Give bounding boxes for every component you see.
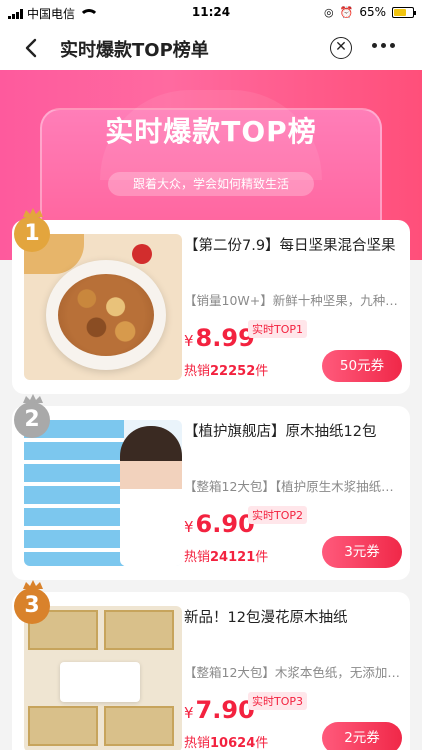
sold-count: 热销24121件 bbox=[184, 550, 269, 565]
rank-badge: 3 bbox=[12, 580, 52, 628]
battery-percent: 65% bbox=[359, 5, 386, 19]
rank-tag: 实时TOP3 bbox=[248, 692, 308, 710]
rank-tag: 实时TOP1 bbox=[248, 320, 308, 338]
alarm-icon: ⏰ bbox=[339, 5, 354, 19]
battery-icon bbox=[392, 6, 416, 18]
more-dots-icon[interactable] bbox=[372, 43, 395, 48]
location-icon: ◎ bbox=[324, 5, 334, 19]
coupon-button[interactable]: 50元券 bbox=[322, 350, 402, 382]
product-description: 【整箱12大包】木浆本色纸，无添加… bbox=[184, 665, 400, 680]
chevron-left-icon[interactable] bbox=[20, 36, 44, 60]
product-price: ¥8.99 bbox=[184, 324, 255, 352]
product-price: ¥7.90 bbox=[184, 696, 255, 724]
product-description: 【销量10W+】新鲜十种坚果，九种… bbox=[184, 293, 398, 308]
coupon-button[interactable]: 3元券 bbox=[322, 536, 402, 568]
product-price: ¥6.90 bbox=[184, 510, 255, 538]
sold-count: 热销10624件 bbox=[184, 736, 269, 750]
rank-badge: 1 bbox=[12, 208, 52, 256]
coupon-button[interactable]: 2元券 bbox=[322, 722, 402, 750]
status-bar: 中国电信 11:24 ◎ ⏰ 65% bbox=[0, 0, 422, 26]
product-description: 【整箱12大包】【植护原生木浆抽纸… bbox=[184, 479, 394, 494]
banner-subtitle: 跟着大众，学会如何精致生活 bbox=[108, 172, 314, 196]
rank-badge: 2 bbox=[12, 394, 52, 442]
product-title[interactable]: 新品！12包漫花原木抽纸 bbox=[184, 606, 404, 627]
page-title: 实时爆款TOP榜单 bbox=[60, 40, 209, 61]
rank-tag: 实时TOP2 bbox=[248, 506, 308, 524]
product-card[interactable]: 1 【第二份7.9】每日坚果混合坚果 【销量10W+】新鲜十种坚果，九种… ¥8… bbox=[12, 208, 410, 394]
sold-count: 热销22252件 bbox=[184, 364, 269, 379]
nav-bar: 实时爆款TOP榜单 ✕ bbox=[0, 26, 422, 70]
close-circle-icon[interactable]: ✕ bbox=[330, 37, 352, 59]
product-card[interactable]: 3 新品！12包漫花原木抽纸 【整箱12大包】木浆本色纸，无添加… ¥7.90 … bbox=[12, 580, 410, 750]
banner-title: 实时爆款TOP榜 bbox=[105, 115, 317, 148]
product-card[interactable]: 2 【植护旗舰店】原木抽纸12包 【整箱12大包】【植护原生木浆抽纸… ¥6.9… bbox=[12, 394, 410, 580]
product-title[interactable]: 【植护旗舰店】原木抽纸12包 bbox=[184, 420, 404, 441]
product-title[interactable]: 【第二份7.9】每日坚果混合坚果 bbox=[184, 234, 404, 255]
